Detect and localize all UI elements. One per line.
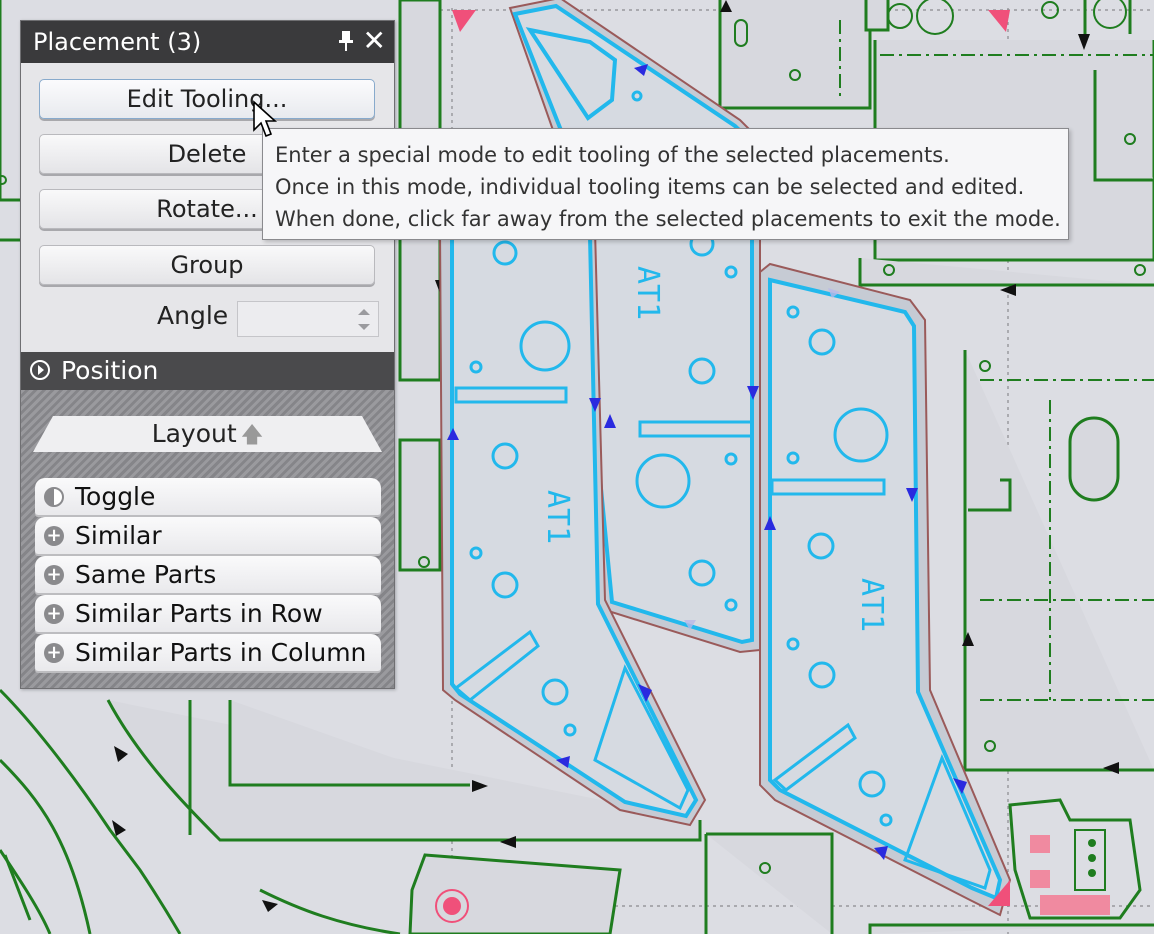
svg-text:AT1: AT1 <box>630 266 665 320</box>
layout-label: Layout <box>151 419 237 448</box>
group-button[interactable]: Group <box>39 245 375 285</box>
placement-panel: Placement (3) ✕ Edit Tooling... Delete R… <box>20 20 395 689</box>
plus-icon: + <box>44 526 64 546</box>
up-arrow-icon: 🡅 <box>240 423 264 448</box>
position-section-header[interactable]: Position <box>21 352 394 390</box>
angle-input[interactable] <box>237 301 379 337</box>
position-label: Position <box>61 356 159 385</box>
plus-icon: + <box>44 604 64 624</box>
panel-title: Placement (3) <box>33 28 202 56</box>
plus-icon: + <box>44 643 64 663</box>
svg-text:AT1: AT1 <box>854 578 889 632</box>
edit-tooling-button[interactable]: Edit Tooling... <box>39 79 375 119</box>
mouse-cursor-icon <box>253 100 278 138</box>
layout-item-similar-parts-in-column[interactable]: + Similar Parts in Column <box>35 634 381 671</box>
layout-item-label: Same Parts <box>75 560 217 589</box>
panel-titlebar[interactable]: Placement (3) ✕ <box>21 21 394 63</box>
spin-down-icon[interactable] <box>358 324 370 330</box>
layout-item-similar[interactable]: + Similar <box>35 517 381 554</box>
layout-item-label: Similar Parts in Column <box>75 638 367 667</box>
tooltip-line: Once in this mode, individual tooling it… <box>275 175 1025 199</box>
edit-tooling-tooltip: Enter a special mode to edit tooling of … <box>262 128 1069 240</box>
layout-item-similar-parts-in-row[interactable]: + Similar Parts in Row <box>35 595 381 632</box>
svg-text:AT1: AT1 <box>540 490 575 544</box>
layout-item-toggle[interactable]: Toggle <box>35 478 381 515</box>
close-icon[interactable]: ✕ <box>363 27 386 55</box>
expand-circle-icon <box>30 360 50 380</box>
plus-icon: + <box>44 565 64 585</box>
spin-up-icon[interactable] <box>358 309 370 315</box>
layout-item-label: Toggle <box>75 482 156 511</box>
pin-icon[interactable] <box>338 30 354 52</box>
layout-item-same-parts[interactable]: + Same Parts <box>35 556 381 593</box>
angle-label: Angle <box>157 301 229 330</box>
layout-tab[interactable]: Layout 🡅 <box>33 416 382 452</box>
tooltip-line: When done, click far away from the selec… <box>275 207 1061 231</box>
layout-item-label: Similar <box>75 521 162 550</box>
layout-item-label: Similar Parts in Row <box>75 599 323 628</box>
layout-list: Toggle + Similar + Same Parts + Similar … <box>35 478 381 674</box>
tooltip-line: Enter a special mode to edit tooling of … <box>275 143 950 167</box>
half-circle-icon <box>44 487 64 507</box>
